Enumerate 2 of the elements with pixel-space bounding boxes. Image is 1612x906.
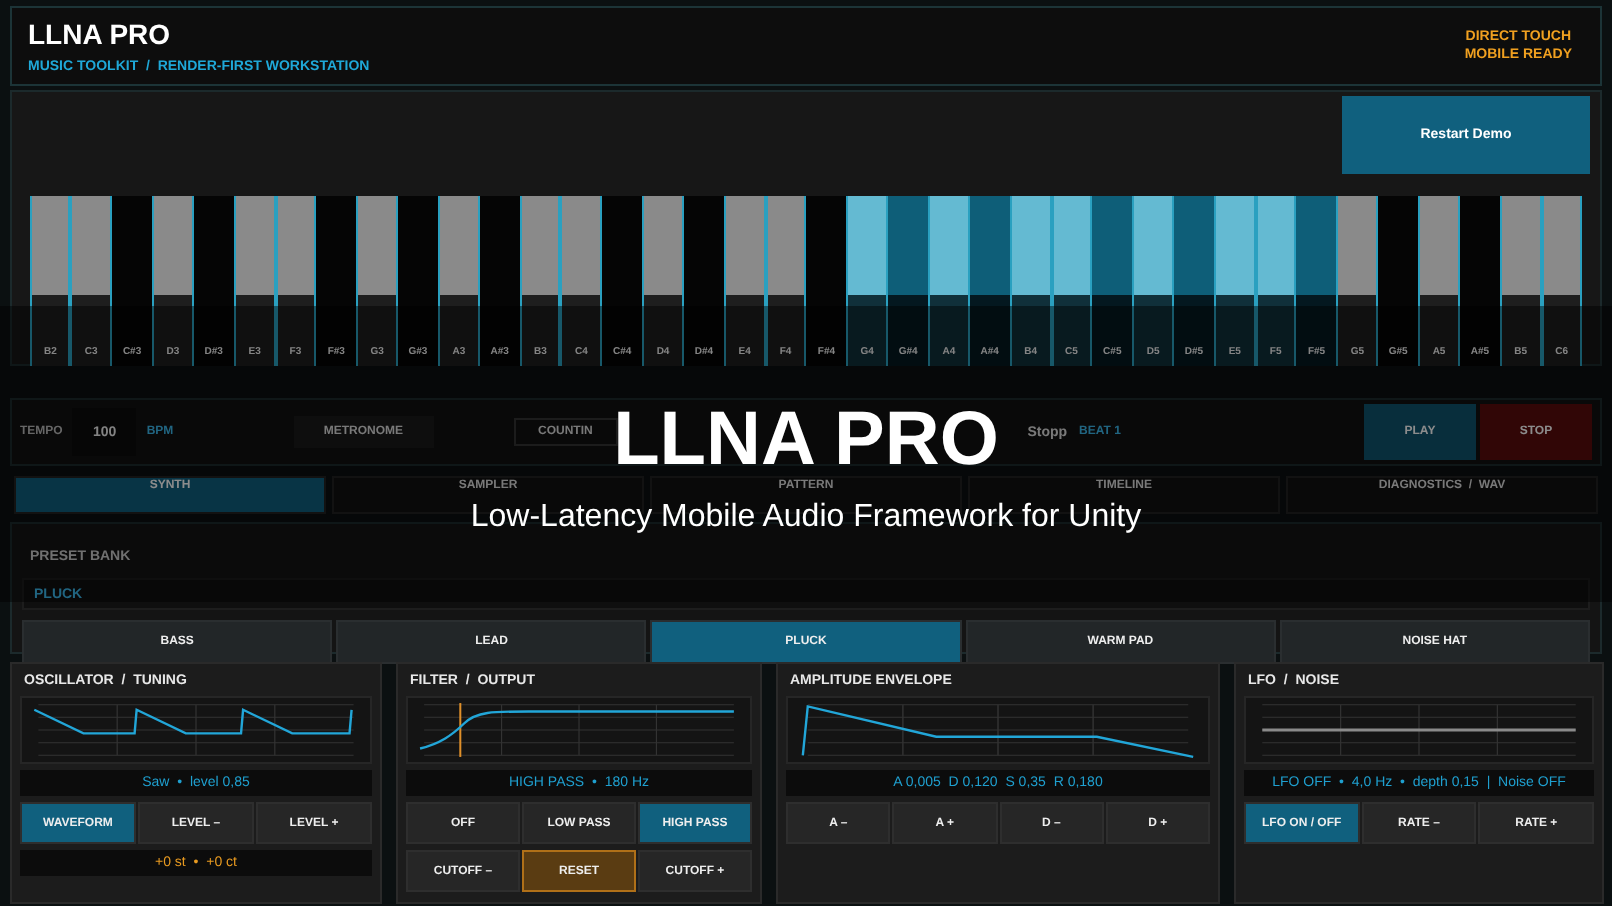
app-title: LLNA PRO	[28, 18, 173, 50]
overlay-title: LLNA PRO	[613, 402, 999, 478]
